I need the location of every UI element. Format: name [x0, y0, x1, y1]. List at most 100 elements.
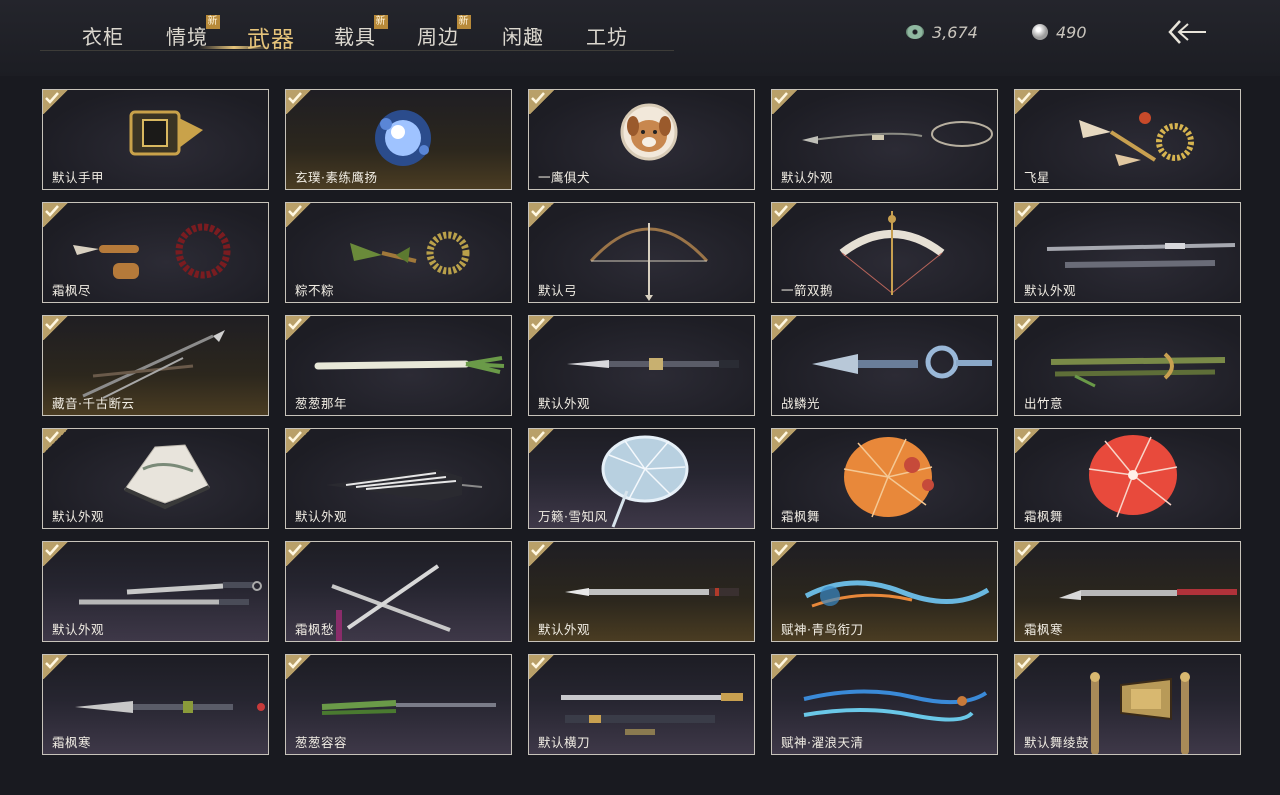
weapon-name: 默认弓 — [538, 283, 578, 298]
owned-check-icon — [43, 655, 69, 679]
tab-3[interactable]: 载具新 — [334, 15, 388, 50]
weapon-name: 藏音·千古断云 — [52, 396, 135, 411]
owned-check-icon — [43, 316, 69, 340]
weapon-name: 一箭双鹅 — [781, 283, 834, 298]
owned-check-icon — [529, 316, 555, 340]
tab-0[interactable]: 衣柜 — [82, 21, 124, 50]
weapon-card[interactable]: 默认外观 — [528, 315, 755, 416]
weapon-card[interactable]: 默认外观 — [42, 541, 269, 642]
owned-check-icon — [772, 542, 798, 566]
weapon-card[interactable]: 霜枫寒 — [1014, 541, 1241, 642]
category-tabs: 衣柜 情境新武器 载具新周边新闲趣 工坊 — [40, 0, 674, 53]
owned-check-icon — [286, 429, 312, 453]
owned-check-icon — [529, 655, 555, 679]
weapon-card[interactable]: 葱葱容容 — [285, 654, 512, 755]
weapon-name: 默认外观 — [52, 509, 105, 524]
weapon-name: 粽不粽 — [295, 283, 335, 298]
weapon-name: 霜枫舞 — [1024, 509, 1064, 524]
owned-check-icon — [43, 542, 69, 566]
weapon-card[interactable]: 葱葱那年 — [285, 315, 512, 416]
owned-check-icon — [286, 655, 312, 679]
weapon-card[interactable]: 一鹰俱犬 — [528, 89, 755, 190]
jade-currency-value: 3,674 — [932, 22, 978, 42]
tab-label: 武器 — [247, 27, 295, 53]
weapon-name: 默认外观 — [1024, 283, 1077, 298]
weapon-name: 葱葱容容 — [295, 735, 348, 750]
weapon-card[interactable]: 默认弓 — [528, 202, 755, 303]
weapon-name: 一鹰俱犬 — [538, 170, 591, 185]
tab-5[interactable]: 闲趣 — [502, 21, 544, 50]
new-badge: 新 — [374, 15, 388, 29]
weapon-card[interactable]: 默认外观 — [528, 541, 755, 642]
back-arrow-icon — [1168, 20, 1206, 44]
pearl-currency-value: 490 — [1056, 22, 1087, 42]
weapon-card[interactable]: 藏音·千古断云 — [42, 315, 269, 416]
owned-check-icon — [529, 542, 555, 566]
weapon-name: 默认外观 — [52, 622, 105, 637]
weapon-name: 赋神·濯浪天清 — [781, 735, 864, 750]
weapon-name: 默认外观 — [538, 396, 591, 411]
weapon-card[interactable]: 霜枫愁 — [285, 541, 512, 642]
weapon-name: 霜枫寒 — [52, 735, 92, 750]
active-tab-indicator — [198, 46, 270, 49]
new-badge: 新 — [206, 15, 220, 29]
weapon-card[interactable]: 出竹意 — [1014, 315, 1241, 416]
tab-6[interactable]: 工坊 — [586, 21, 628, 50]
owned-check-icon — [772, 203, 798, 227]
owned-check-icon — [1015, 542, 1041, 566]
weapon-card[interactable]: 默认外观 — [285, 428, 512, 529]
tab-label: 周边 — [417, 25, 459, 49]
weapon-card[interactable]: 霜枫舞 — [771, 428, 998, 529]
owned-check-icon — [529, 203, 555, 227]
weapon-name: 默认外观 — [781, 170, 834, 185]
weapon-card[interactable]: 霜枫舞 — [1014, 428, 1241, 529]
owned-check-icon — [43, 90, 69, 114]
weapon-card[interactable]: 默认横刀 — [528, 654, 755, 755]
weapon-card[interactable]: 飞星 — [1014, 89, 1241, 190]
tab-4[interactable]: 周边新 — [417, 15, 471, 50]
owned-check-icon — [1015, 90, 1041, 114]
weapon-card[interactable]: 赋神·濯浪天清 — [771, 654, 998, 755]
tab-label: 衣柜 — [82, 25, 124, 49]
weapon-card[interactable]: 粽不粽 — [285, 202, 512, 303]
owned-check-icon — [772, 429, 798, 453]
owned-check-icon — [1015, 316, 1041, 340]
jade-currency: 3,674 — [906, 22, 978, 42]
owned-check-icon — [43, 429, 69, 453]
weapon-card[interactable]: 默认外观 — [1014, 202, 1241, 303]
tab-label: 工坊 — [586, 25, 628, 49]
owned-check-icon — [1015, 203, 1041, 227]
weapon-name: 万籁·雪知风 — [538, 509, 608, 524]
owned-check-icon — [772, 90, 798, 114]
weapon-card[interactable]: 赋神·青鸟衔刀 — [771, 541, 998, 642]
weapon-name: 霜枫尽 — [52, 283, 92, 298]
weapon-name: 霜枫愁 — [295, 622, 335, 637]
owned-check-icon — [286, 203, 312, 227]
owned-check-icon — [529, 90, 555, 114]
weapon-card[interactable]: 默认手甲 — [42, 89, 269, 190]
owned-check-icon — [286, 542, 312, 566]
tab-label: 载具 — [334, 25, 376, 49]
weapon-name: 出竹意 — [1024, 396, 1064, 411]
weapon-card[interactable]: 战鳞光 — [771, 315, 998, 416]
tab-label: 闲趣 — [502, 25, 544, 49]
weapon-name: 默认手甲 — [52, 170, 105, 185]
weapon-card[interactable]: 霜枫寒 — [42, 654, 269, 755]
weapon-card[interactable]: 玄璞·素练鹰扬 — [285, 89, 512, 190]
weapon-name: 霜枫舞 — [781, 509, 821, 524]
weapon-card[interactable]: 一箭双鹅 — [771, 202, 998, 303]
owned-check-icon — [772, 316, 798, 340]
weapon-card[interactable]: 默认外观 — [771, 89, 998, 190]
weapon-name: 默认外观 — [538, 622, 591, 637]
weapon-card[interactable]: 默认舞绫鼓 — [1014, 654, 1241, 755]
owned-check-icon — [1015, 655, 1041, 679]
weapon-card[interactable]: 霜枫尽 — [42, 202, 269, 303]
owned-check-icon — [1015, 429, 1041, 453]
weapon-card[interactable]: 默认外观 — [42, 428, 269, 529]
weapon-name: 飞星 — [1024, 170, 1051, 185]
jade-coin-icon — [906, 25, 924, 39]
weapon-card[interactable]: 万籁·雪知风 — [528, 428, 755, 529]
weapon-name: 战鳞光 — [781, 396, 821, 411]
back-button[interactable] — [1166, 18, 1210, 48]
weapon-name: 默认外观 — [295, 509, 348, 524]
